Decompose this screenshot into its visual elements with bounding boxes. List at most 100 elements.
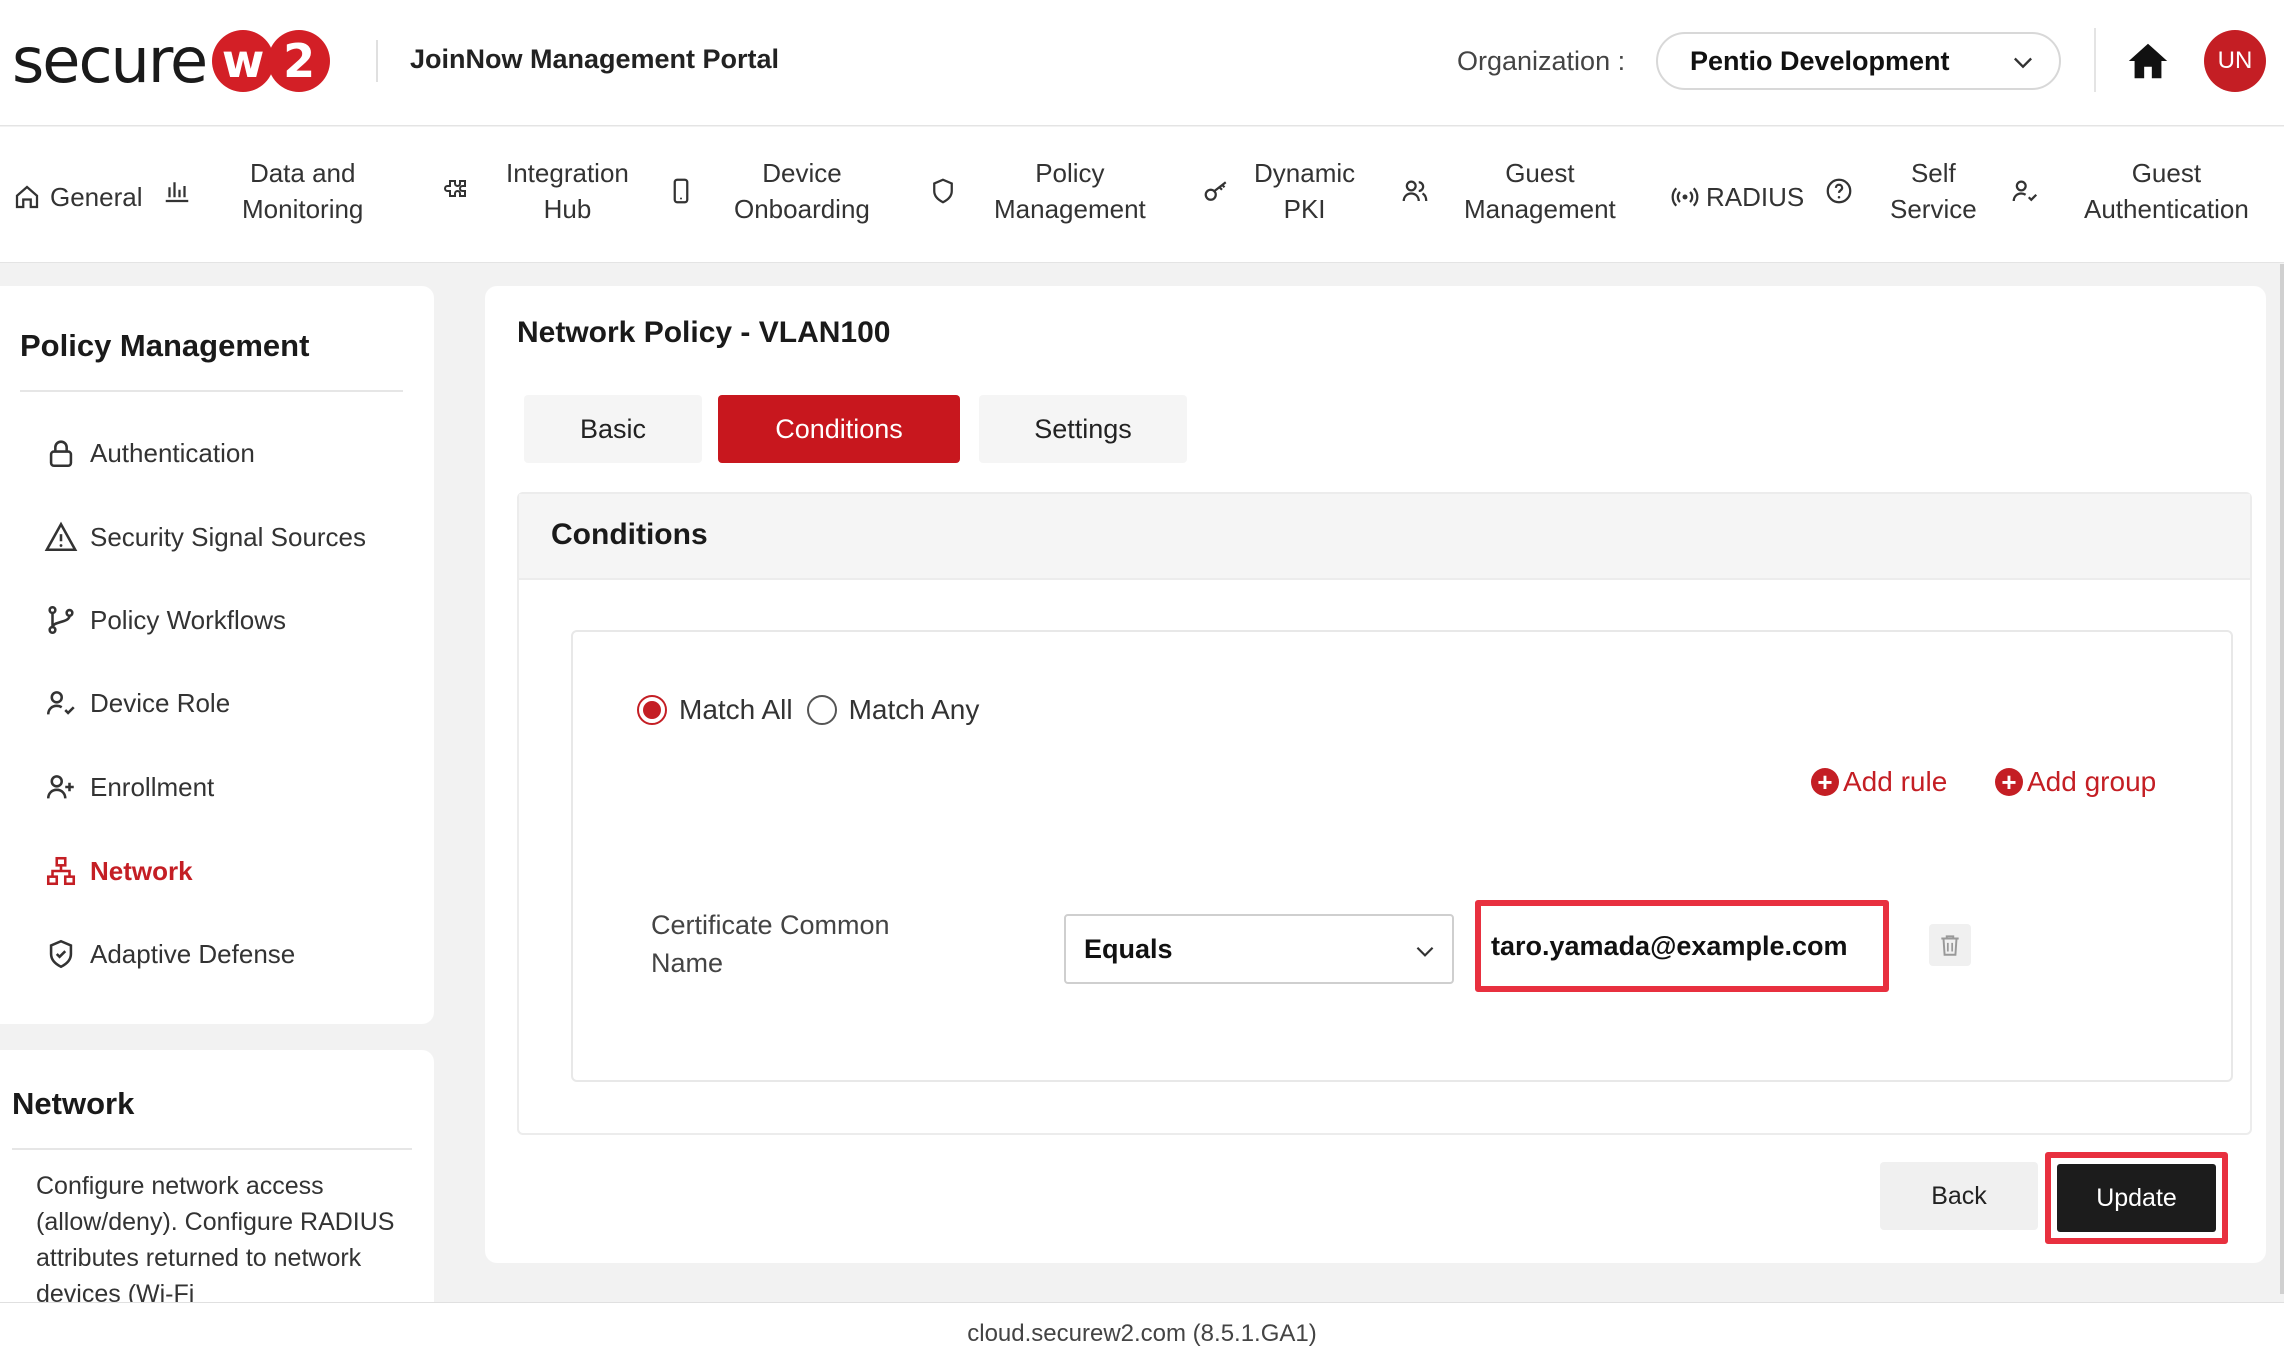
nav-general[interactable]: General (12, 179, 143, 215)
network-icon (46, 856, 76, 886)
key-icon (1204, 181, 1227, 201)
nav-label-2: Authentication (2084, 194, 2249, 224)
network-policy-card: Network Policy - VLAN100 Basic Condition… (485, 286, 2266, 1263)
securew2-logo[interactable]: secure w 2 (12, 24, 331, 97)
nav-label-2: PKI (1283, 194, 1326, 224)
broadcast-icon (1671, 187, 1699, 207)
logo-badge: w 2 (212, 30, 331, 92)
help-circle-icon (1826, 178, 1852, 204)
trash-icon (1941, 935, 1959, 956)
nav-label: Self (1910, 158, 1956, 188)
operator-select[interactable]: Equals (1064, 914, 1454, 984)
portal-title: JoinNow Management Portal (410, 44, 780, 74)
tab-basic[interactable]: Basic (524, 395, 702, 463)
sidebar-item-network[interactable]: Network (44, 854, 193, 888)
organization-select[interactable]: Pentio Development (1656, 32, 2061, 90)
back-button[interactable]: Back (1880, 1162, 2038, 1230)
plus-circle-icon: + (1995, 768, 2023, 796)
home-icon[interactable] (2125, 38, 2171, 84)
sidebar-item-device-role[interactable]: Device Role (44, 686, 230, 720)
logo-2: 2 (268, 30, 331, 92)
logo-w: w (212, 30, 275, 92)
nav-label: Integration (506, 158, 629, 188)
add-rule-label: Add rule (1843, 766, 1948, 797)
nav-guest-management[interactable]: Guest Management (1400, 155, 1616, 227)
sidebar-item-security-signal-sources[interactable]: Security Signal Sources (44, 520, 366, 554)
chevron-down-icon (1416, 946, 1434, 957)
sidebar-item-label: Security Signal Sources (90, 521, 367, 552)
nav-label-2: Management (994, 194, 1146, 224)
tab-settings[interactable]: Settings (979, 395, 1187, 463)
match-any-radio[interactable] (806, 695, 837, 725)
nav-label: Data and (249, 158, 356, 188)
nav-self-service[interactable]: Self Service (1824, 155, 1977, 227)
organization-value: Pentio Development (1690, 45, 1950, 76)
network-info-card: Network Configure network access (allow/… (0, 1050, 434, 1302)
chevron-down-icon (2014, 57, 2032, 69)
home-outline-icon (15, 185, 39, 209)
nav-radius[interactable]: RADIUS (1670, 179, 1804, 215)
tab-conditions[interactable]: Conditions (718, 395, 960, 463)
phone-icon (673, 178, 689, 204)
sidebar-item-label: Authentication (90, 437, 255, 468)
user-check-icon (46, 691, 75, 715)
nav-label-2: Hub (543, 194, 592, 224)
match-mode: Match All Match Any (637, 694, 979, 726)
nav-label: Guest (1505, 158, 1575, 188)
rule-group: Match All Match Any + Add rule + Add gro… (571, 630, 2233, 1082)
top-header: secure w 2 JoinNow Management Portal Org… (0, 0, 2284, 126)
add-rule-button[interactable]: + Add rule (1811, 766, 1947, 798)
match-all-label[interactable]: Match All (679, 694, 793, 726)
sidebar-item-label: Adaptive Defense (90, 938, 296, 969)
sidebar-item-adaptive-defense[interactable]: Adaptive Defense (44, 937, 295, 971)
rule-field-label: Certificate Common Name (651, 910, 890, 978)
page-title: Network Policy - VLAN100 (517, 316, 891, 349)
sidebar-item-authentication[interactable]: Authentication (44, 436, 255, 470)
nav-device-onboarding[interactable]: Device Onboarding (666, 155, 870, 227)
logo-wordmark: secure (12, 24, 208, 97)
nav-label: Guest (2131, 158, 2202, 188)
sidebar-title: Policy Management (20, 328, 310, 363)
update-button[interactable]: Update (2057, 1164, 2216, 1232)
nav-label: Dynamic (1254, 158, 1356, 188)
nav-guest-authentication[interactable]: Guest Authentication (2010, 155, 2249, 227)
main-nav: General Data and Monitoring Integration Hu… (0, 127, 2284, 263)
footer-version: cloud.securew2.com (8.5.1.GA1) (967, 1319, 1317, 1347)
user-check-icon (2012, 180, 2038, 202)
nav-integration-hub[interactable]: Integration Hub (440, 155, 629, 227)
organization-label: Organization : (1457, 46, 1626, 76)
sidebar-item-enrollment[interactable]: Enrollment (44, 770, 214, 804)
shield-check-icon (49, 939, 73, 969)
bar-chart-icon (165, 182, 189, 203)
match-all-radio[interactable] (637, 695, 667, 725)
user-avatar[interactable]: UN (2204, 30, 2266, 92)
user-plus-icon (46, 775, 74, 799)
info-divider (12, 1148, 412, 1150)
match-any-label[interactable]: Match Any (849, 694, 980, 726)
conditions-panel: Conditions Match All Match Any + Add rul… (517, 492, 2252, 1135)
delete-rule-button[interactable] (1929, 924, 1971, 966)
info-description: Configure network access (allow/deny). C… (36, 1172, 395, 1302)
conditions-panel-header: Conditions (519, 494, 2250, 580)
nav-label-2: Service (1890, 194, 1977, 224)
nav-dynamic-pki[interactable]: Dynamic PKI (1202, 155, 1355, 227)
policy-management-sidebar: Policy Management Authentication Securit… (0, 286, 434, 1024)
sidebar-item-label: Network (90, 855, 193, 886)
nav-label-2: Management (1464, 194, 1616, 224)
shield-icon (933, 178, 953, 204)
sidebar-item-policy-workflows[interactable]: Policy Workflows (44, 603, 286, 637)
header-divider (376, 40, 378, 82)
add-group-button[interactable]: + Add group (1995, 766, 2156, 798)
page-scrollbar[interactable] (2280, 264, 2284, 1294)
nav-label-2: Monitoring (242, 194, 364, 224)
plus-circle-icon: + (1811, 768, 1839, 796)
add-group-label: Add group (2027, 766, 2157, 797)
rule-value-input[interactable] (1481, 906, 1883, 986)
conditions-heading: Conditions (551, 518, 708, 551)
git-branch-icon (48, 605, 74, 635)
nav-data-monitoring[interactable]: Data and Monitoring (162, 155, 363, 227)
nav-label: RADIUS (1706, 182, 1805, 212)
nav-label: General (50, 182, 143, 212)
nav-label-2: Onboarding (734, 194, 870, 224)
nav-policy-management[interactable]: Policy Management (928, 155, 1146, 227)
